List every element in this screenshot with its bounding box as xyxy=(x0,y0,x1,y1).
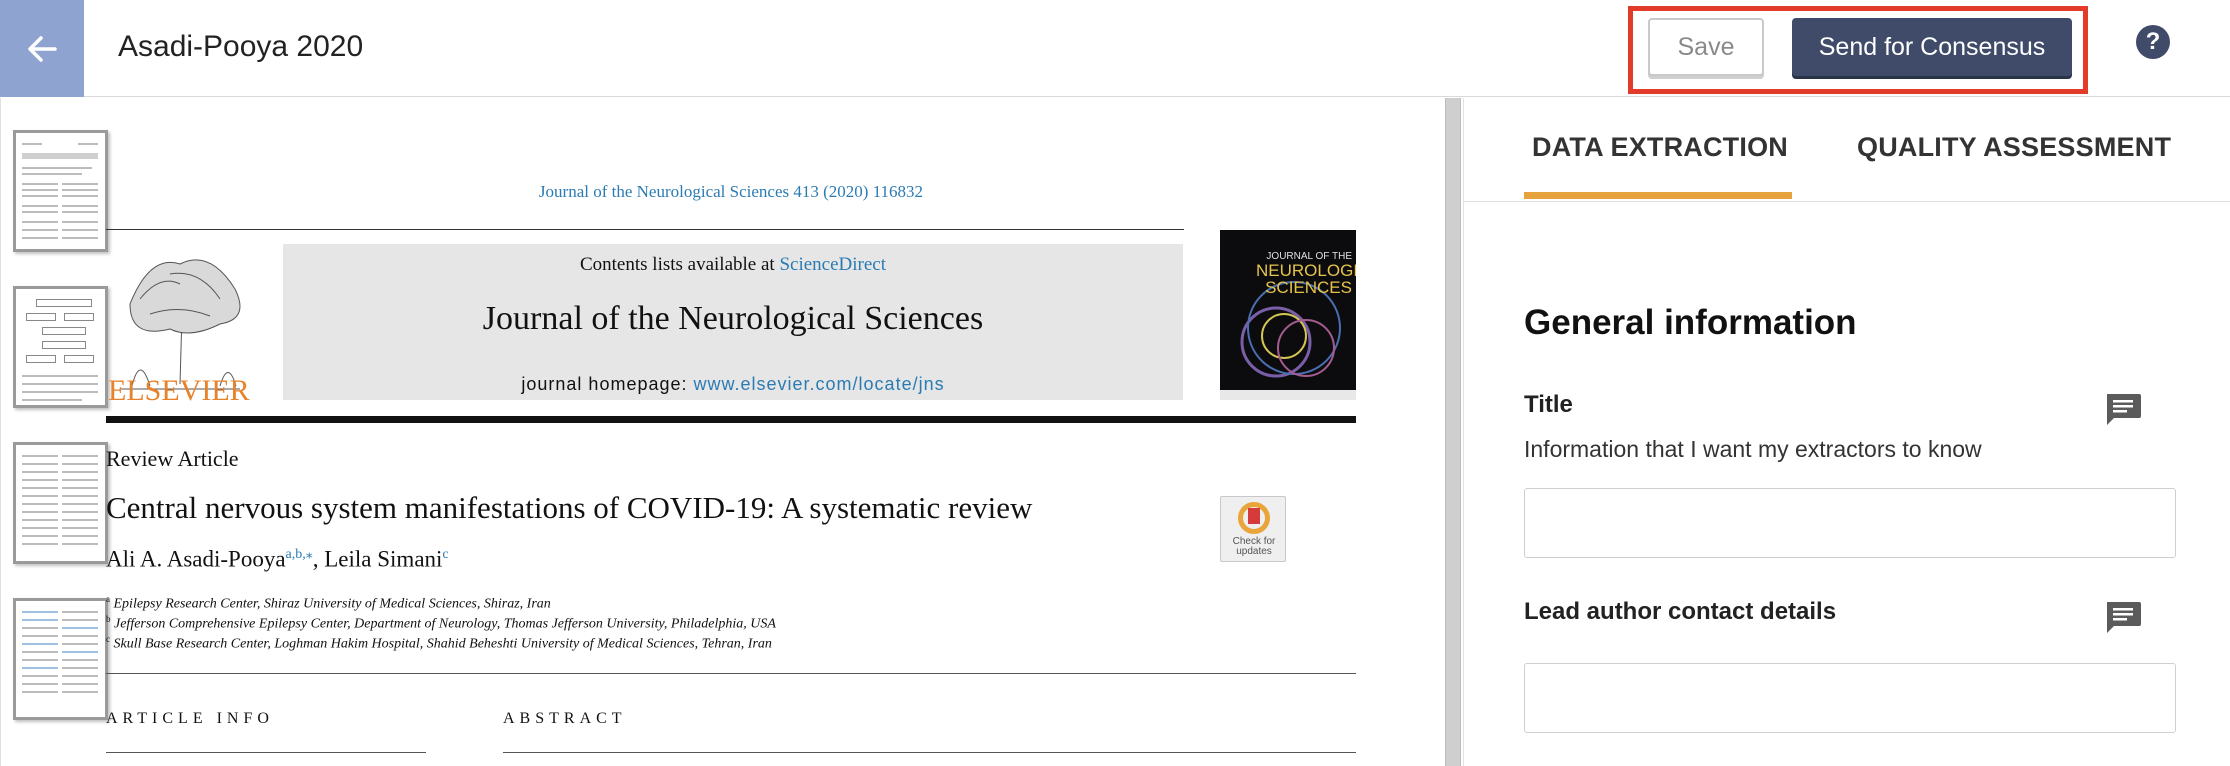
sciencedirect-link[interactable]: ScienceDirect xyxy=(779,254,886,275)
divider xyxy=(106,752,426,753)
author-name: Ali A. Asadi-Pooya xyxy=(106,546,286,572)
article-title: Central nervous system manifestations of… xyxy=(106,490,1033,525)
panel-resize-handle[interactable] xyxy=(1445,98,1461,766)
back-button[interactable] xyxy=(0,0,84,97)
divider xyxy=(106,229,1184,230)
journal-name: Journal of the Neurological Sciences xyxy=(482,300,984,337)
page-title: Asadi-Pooya 2020 xyxy=(118,30,364,63)
affiliation-mark: a xyxy=(106,594,110,604)
field-label-lead-author: Lead author contact details xyxy=(1524,598,1837,625)
homepage-link[interactable]: www.elsevier.com/locate/jns xyxy=(694,374,945,394)
pdf-page: Journal of the Neurological Sciences 413… xyxy=(106,98,1356,766)
affiliation: c Skull Base Research Center, Loghman Ha… xyxy=(106,634,772,653)
comment-icon[interactable] xyxy=(2104,392,2142,426)
contents-prefix: Contents lists available at xyxy=(579,254,780,275)
arrow-left-icon xyxy=(28,35,57,62)
thumbnail-page-4[interactable] xyxy=(13,598,108,720)
journal-cover-image: JOURNAL OF THE NEUROLOGICAL SCIENCES xyxy=(1220,230,1356,400)
affiliation-text: Jefferson Comprehensive Epilepsy Center,… xyxy=(114,616,776,632)
tab-data-extraction[interactable]: DATA EXTRACTION xyxy=(1532,132,1788,163)
affiliation: a Epilepsy Research Center, Shiraz Unive… xyxy=(106,594,551,613)
thumbnail-page-1[interactable] xyxy=(13,130,108,252)
affiliation-text: Skull Base Research Center, Loghman Haki… xyxy=(113,636,772,652)
affiliation-mark: b xyxy=(106,614,111,624)
crossmark-flag xyxy=(1248,508,1260,524)
crossmark-label: Check for updates xyxy=(1221,537,1287,557)
title-input[interactable] xyxy=(1524,488,2176,558)
cover-title: JOURNAL OF THE NEUROLOGICAL SCIENCES xyxy=(1256,252,1356,297)
extraction-panel: DATA EXTRACTION QUALITY ASSESSMENT Gener… xyxy=(1463,98,2230,766)
affiliation: b Jefferson Comprehensive Epilepsy Cente… xyxy=(106,614,776,633)
elsevier-wordmark: ELSEVIER xyxy=(108,374,250,407)
thumbnail-page-3[interactable] xyxy=(13,442,108,564)
article-type: Review Article xyxy=(106,446,239,471)
cover-line-2: NEUROLOGICAL xyxy=(1256,261,1356,280)
save-button[interactable]: Save xyxy=(1648,18,1764,76)
divider-thick xyxy=(106,416,1356,423)
author-separator: , xyxy=(312,546,325,572)
help-icon-glyph: ? xyxy=(2145,28,2161,55)
document-viewer[interactable]: Journal of the Neurological Sciences 413… xyxy=(0,98,1445,766)
field-help-title: Information that I want my extractors to… xyxy=(1524,436,1982,462)
cover-line-3: SCIENCES xyxy=(1265,278,1352,297)
elsevier-tree-logo xyxy=(120,259,241,390)
affiliation-text: Epilepsy Research Center, Shiraz Univers… xyxy=(113,596,551,612)
contents-line: Contents lists available at ScienceDirec… xyxy=(283,254,1183,276)
thumbnail-page-2[interactable] xyxy=(13,286,108,408)
author-affil-mark[interactable]: c xyxy=(442,547,448,562)
field-label-title: Title xyxy=(1524,391,1573,418)
affiliation-mark: c xyxy=(106,634,110,644)
lead-author-contact-input[interactable] xyxy=(1524,663,2176,733)
section-title: General information xyxy=(1524,303,1857,342)
top-bar: Asadi-Pooya 2020 Save Send for Consensus… xyxy=(0,0,2230,97)
abstract-heading: ABSTRACT xyxy=(503,710,627,727)
journal-reference: Journal of the Neurological Sciences 413… xyxy=(538,182,924,201)
author-list: Ali A. Asadi-Pooyaa,b,⁎, Leila Simanic xyxy=(106,546,449,573)
active-tab-indicator xyxy=(1524,192,1792,199)
comment-icon[interactable] xyxy=(2104,600,2142,634)
article-info-heading: ARTICLE INFO xyxy=(106,710,274,727)
crossmark-line-2: updates xyxy=(1236,546,1272,557)
divider xyxy=(503,752,1356,753)
panel-tabs: DATA EXTRACTION QUALITY ASSESSMENT xyxy=(1464,98,2230,202)
help-icon[interactable]: ? xyxy=(2136,25,2170,59)
page-thumbnails xyxy=(0,98,112,766)
author-name: Leila Simani xyxy=(324,546,443,572)
check-for-updates-badge[interactable]: Check for updates xyxy=(1220,496,1286,562)
tab-quality-assessment[interactable]: QUALITY ASSESSMENT xyxy=(1857,132,2171,163)
homepage-line: journal homepage: www.elsevier.com/locat… xyxy=(283,374,1183,395)
journal-banner: Contents lists available at ScienceDirec… xyxy=(283,244,1183,400)
divider xyxy=(106,673,1356,674)
author-affil-mark[interactable]: a,b,⁎ xyxy=(286,547,313,562)
homepage-prefix: journal homepage: xyxy=(521,374,694,394)
send-for-consensus-button[interactable]: Send for Consensus xyxy=(1792,18,2072,76)
